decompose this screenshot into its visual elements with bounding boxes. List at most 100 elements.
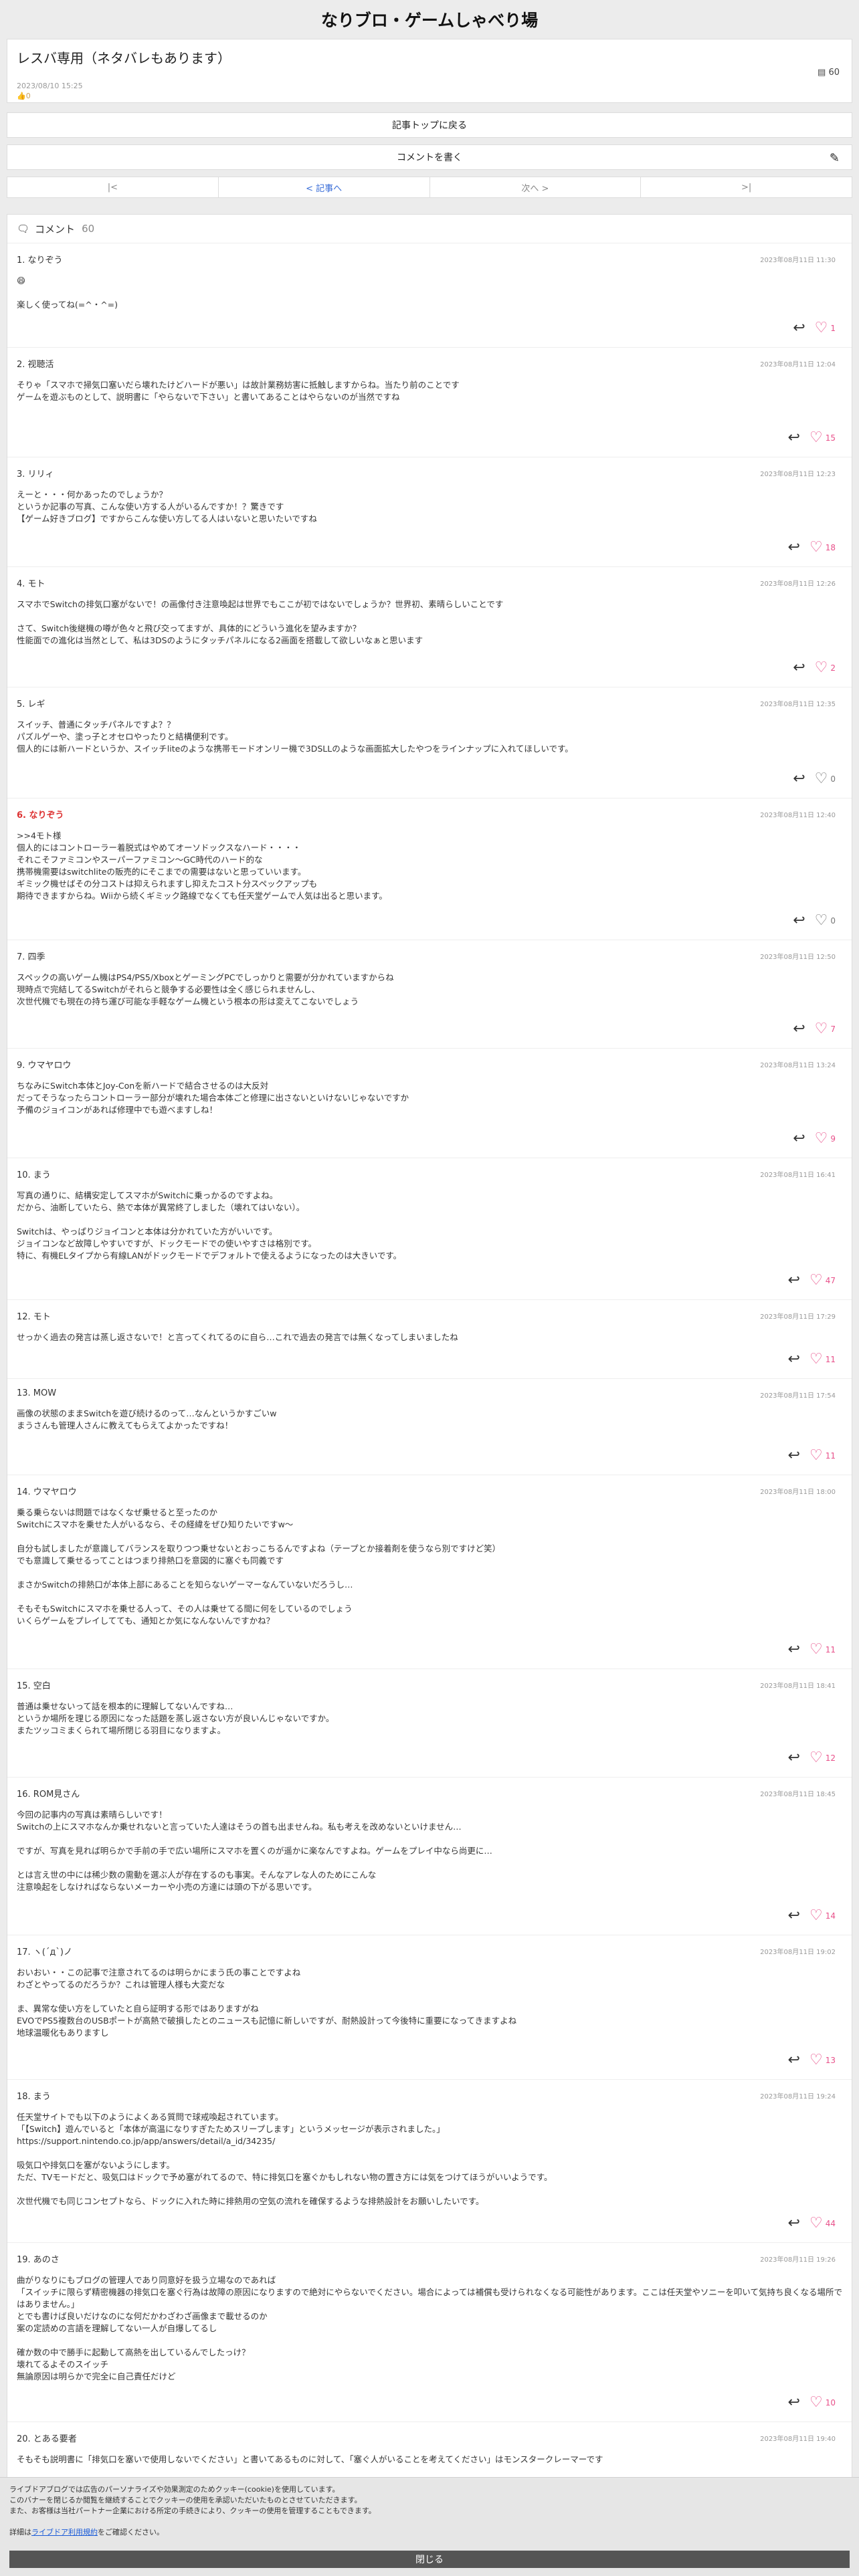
comments-count: 60 xyxy=(82,223,95,235)
cookie-more-prefix: 詳細は xyxy=(9,2528,31,2537)
comment-actions: ↩ ♡ 13 xyxy=(788,2052,836,2068)
comment-text: >>4モト様 個人的にはコントローラー着脱式はやめてオーソドックスなハード・・・… xyxy=(17,831,387,901)
heart-icon[interactable]: ♡ xyxy=(809,1749,823,1766)
comment-item: 7. 四季 2023年08月11日 12:50 スペックの高いゲーム機はPS4/PS… xyxy=(7,940,852,1049)
heart-icon[interactable]: ♡ xyxy=(815,770,828,787)
reply-icon[interactable]: ↩ xyxy=(788,2394,800,2411)
reply-icon[interactable]: ↩ xyxy=(788,1907,800,1924)
reply-icon[interactable]: ↩ xyxy=(793,659,805,676)
cookie-banner: ライブドアブログでは広告のパーソナライズや効果測定のためクッキー(cookie)… xyxy=(0,2477,859,2576)
comment-date: 2023年08月11日 16:41 xyxy=(760,1172,836,1179)
cookie-more: 詳細はライブドア利用規約をご確認ください。 xyxy=(9,2516,850,2538)
comment-item: 1. なりぞう 2023年08月11日 11:30 😄 楽しく使ってね(=^・^=)… xyxy=(7,243,852,348)
comment-item: 19. あのさ 2023年08月11日 19:26 曲がりなりにもブログの管理人であ… xyxy=(7,2243,852,2422)
comment-date: 2023年08月11日 19:24 xyxy=(760,2093,836,2101)
heart-icon[interactable]: ♡ xyxy=(815,320,828,336)
cookie-close-button[interactable]: 閉じる xyxy=(9,2551,850,2568)
pager-last[interactable]: >| xyxy=(641,177,852,197)
comment-text: 任天堂サイトでも以下のようによくある質問で球戒喚起されています。 「【Switc… xyxy=(17,2112,553,2206)
heart-icon[interactable]: ♡ xyxy=(809,1272,823,1289)
comment-date: 2023年08月11日 19:02 xyxy=(760,1949,836,1956)
heart-icon[interactable]: ♡ xyxy=(809,1907,823,1924)
comment-actions: ↩ ♡ 0 xyxy=(793,770,836,787)
like-count: 7 xyxy=(830,1024,836,1034)
comment-author: 15. 空白 xyxy=(17,1681,51,1691)
comment-author: 9. ウマヤロウ xyxy=(17,1061,72,1071)
reply-icon[interactable]: ↩ xyxy=(793,912,805,929)
comments-section: 🗨 コメント 60 1. なりぞう 2023年08月11日 11:30 😄 楽しく使… xyxy=(7,214,852,2486)
like-count: 13 xyxy=(825,2055,836,2065)
like-count: 12 xyxy=(825,1753,836,1763)
reply-icon[interactable]: ↩ xyxy=(793,320,805,336)
comment-author: 3. リリィ xyxy=(17,469,54,479)
reply-icon[interactable]: ↩ xyxy=(788,1351,800,1368)
comment-author: 13. MOW xyxy=(17,1388,57,1398)
terms-link[interactable]: ライブドア利用規約 xyxy=(31,2528,98,2537)
comment-item: 15. 空白 2023年08月11日 18:41 普通は乗せないって話を根本的に理解… xyxy=(7,1669,852,1778)
heart-icon[interactable]: ♡ xyxy=(809,1641,823,1658)
site-title[interactable]: なりブロ・ゲームしゃべり場 xyxy=(7,0,852,39)
pager-first[interactable]: |< xyxy=(7,177,219,197)
comment-text: 今回の記事内の写真は素晴らしいです！ Switchの上にスマホなんか乗せれないと… xyxy=(17,1810,492,1892)
heart-icon[interactable]: ♡ xyxy=(809,539,823,556)
like-count: 14 xyxy=(825,1911,836,1921)
comment-text: 乗る乗らないは問題ではなくなぜ乗せると至ったのか Switchにスマホを乗せた人… xyxy=(17,1507,501,1626)
pager: |< < 記事へ 次へ > >| xyxy=(7,177,852,198)
reply-icon[interactable]: ↩ xyxy=(788,1641,800,1658)
heart-icon[interactable]: ♡ xyxy=(809,2215,823,2232)
comment-author: 19. あのさ xyxy=(17,2255,60,2265)
thread-header: レスバ専用（ネタバレもあります） 2023/08/10 15:25 👍0 ▤ 6… xyxy=(7,39,852,103)
comment-actions: ↩ ♡ 11 xyxy=(788,1447,836,1464)
heart-icon[interactable]: ♡ xyxy=(809,2052,823,2068)
comment-item: 17. ヽ(´д`)ノ 2023年08月11日 19:02 おいおい・・この記事で注… xyxy=(7,1935,852,2080)
heart-icon[interactable]: ♡ xyxy=(809,2394,823,2411)
comment-author: 2. 视聴活 xyxy=(17,360,54,370)
comments-header: 🗨 コメント 60 xyxy=(7,215,852,243)
comment-item: 3. リリィ 2023年08月11日 12:23 えーと・・・何かあったのでしょうか… xyxy=(7,457,852,567)
like-count: 0 xyxy=(830,774,836,784)
reply-icon[interactable]: ↩ xyxy=(788,2052,800,2068)
comment-date: 2023年08月11日 12:04 xyxy=(760,361,836,368)
heart-icon[interactable]: ♡ xyxy=(815,1130,828,1147)
pager-next[interactable]: 次へ > xyxy=(430,177,642,197)
comment-author: 12. モト xyxy=(17,1312,51,1322)
comment-item: 20. とある要者 2023年08月11日 19:40 そもそも説明書に「排気口を塞… xyxy=(7,2422,852,2478)
heart-icon[interactable]: ♡ xyxy=(809,1447,823,1464)
reply-icon[interactable]: ↩ xyxy=(793,1130,805,1147)
comment-actions: ↩ ♡ 47 xyxy=(788,1272,836,1289)
comment-text: 普通は乗せないって話を根本的に理解してないんですね… というか場所を理じる原因に… xyxy=(17,1701,335,1735)
heart-icon[interactable]: ♡ xyxy=(815,1021,828,1037)
reply-icon[interactable]: ↩ xyxy=(788,1447,800,1464)
comment-actions: ↩ ♡ 12 xyxy=(788,1749,836,1766)
comment-date: 2023年08月11日 13:24 xyxy=(760,1062,836,1069)
cookie-more-suffix: をご確認ください。 xyxy=(98,2528,164,2537)
comment-item: 14. ウマヤロウ 2023年08月11日 18:00 乗る乗らないは問題ではなくな… xyxy=(7,1475,852,1669)
comment-date: 2023年08月11日 12:35 xyxy=(760,701,836,708)
comment-date: 2023年08月11日 12:40 xyxy=(760,812,836,819)
thread-comment-count[interactable]: ▤ 60 xyxy=(818,68,840,78)
reply-icon[interactable]: ↩ xyxy=(788,1272,800,1289)
write-comment-button[interactable]: コメントを書く ✎ xyxy=(7,144,852,170)
reply-icon[interactable]: ↩ xyxy=(793,770,805,787)
comment-author: 10. まう xyxy=(17,1170,51,1180)
reply-icon[interactable]: ↩ xyxy=(788,539,800,556)
comment-actions: ↩ ♡ 10 xyxy=(788,2394,836,2411)
like-count: 44 xyxy=(825,2218,836,2228)
heart-icon[interactable]: ♡ xyxy=(815,912,828,929)
comment-list: 1. なりぞう 2023年08月11日 11:30 😄 楽しく使ってね(=^・^=)… xyxy=(7,243,852,2478)
comment-actions: ↩ ♡ 18 xyxy=(788,539,836,556)
comment-date: 2023年08月11日 19:26 xyxy=(760,2256,836,2264)
reply-icon[interactable]: ↩ xyxy=(788,429,800,446)
reply-icon[interactable]: ↩ xyxy=(788,2215,800,2232)
comment-icon: 🗨 xyxy=(17,223,30,235)
heart-icon[interactable]: ♡ xyxy=(809,1351,823,1368)
heart-icon[interactable]: ♡ xyxy=(815,659,828,676)
pager-prev[interactable]: < 記事へ xyxy=(219,177,430,197)
heart-icon[interactable]: ♡ xyxy=(809,429,823,446)
reply-icon[interactable]: ↩ xyxy=(788,1749,800,1766)
comment-text: 😄 楽しく使ってね(=^・^=) xyxy=(17,276,118,310)
reply-icon[interactable]: ↩ xyxy=(793,1021,805,1037)
comment-author: 18. まう xyxy=(17,2092,51,2102)
comment-actions: ↩ ♡ 15 xyxy=(788,429,836,446)
back-to-top-button[interactable]: 記事トップに戻る xyxy=(7,112,852,138)
